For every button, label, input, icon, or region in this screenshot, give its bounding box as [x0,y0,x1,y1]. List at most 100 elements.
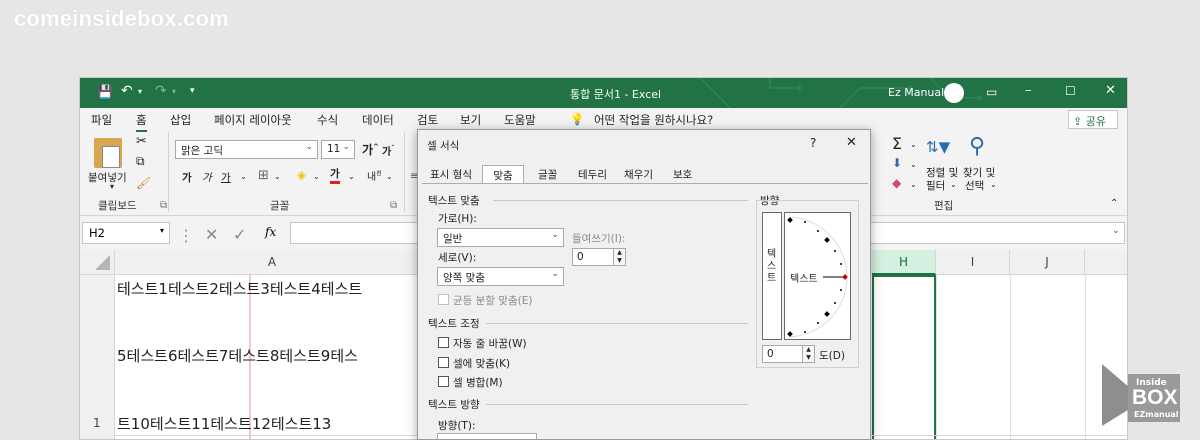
avatar[interactable] [944,83,964,103]
tab-number[interactable]: 표시 형식 [430,165,472,183]
sort-filter-label-2[interactable]: 필터 [926,178,945,193]
tab-fill[interactable]: 채우기 [624,165,653,183]
grow-font-icon[interactable]: 가^ [362,141,379,158]
shrink-to-fit-label[interactable]: 셀에 맞춤(K) [453,356,510,371]
share-button[interactable]: ⇪ 공유 [1068,110,1118,129]
undo-dropdown-icon[interactable]: ▾ [138,87,142,96]
minimize-icon[interactable]: – [1025,83,1032,98]
phonetic-dropdown-icon[interactable]: ⌄ [386,172,393,181]
spin-up-icon[interactable]: ▲ [802,346,814,354]
tab-home[interactable]: 홈 [136,112,147,132]
horizontal-align-select[interactable]: 일반 ⌄ [437,228,564,247]
fill-down-icon[interactable]: ⬇ [892,156,902,170]
column-header-j[interactable]: J [1010,250,1085,275]
wrap-text-checkbox[interactable] [438,337,449,348]
tab-insert[interactable]: 삽입 [170,112,191,128]
phonetic-icon[interactable]: 내천 [367,168,382,183]
row-header-1[interactable]: 1 [93,416,101,430]
wrap-text-label[interactable]: 자동 줄 바꿈(W) [453,336,527,351]
merge-cells-label[interactable]: 셀 병합(M) [453,375,503,390]
select-all-corner[interactable] [80,250,115,275]
dialog-close-button[interactable]: ✕ [846,135,857,150]
font-color-icon[interactable]: 가 [330,168,340,184]
tab-help[interactable]: 도움말 [504,112,536,128]
find-select-label-2[interactable]: 선택 [965,178,984,193]
redo-icon[interactable]: ↷ [155,83,167,99]
vertical-align-select[interactable]: 양쪽 맞춤 ⌄ [437,267,564,286]
undo-icon[interactable]: ↶ [121,83,133,99]
font-name-select[interactable]: 맑은 고딕 ⌄ [175,140,318,159]
cut-icon[interactable]: ✂ [136,134,147,149]
distributed-checkbox[interactable] [438,294,449,305]
column-header-i[interactable]: I [936,250,1010,275]
degree-spinner[interactable]: 0 ▲ ▼ [762,345,815,363]
selected-cell-h2[interactable] [872,275,936,439]
clear-dropdown-icon[interactable]: ⌄ [910,180,917,189]
copy-icon[interactable]: ⧉ [136,154,145,169]
borders-icon[interactable]: ⊞ [258,168,269,183]
paste-dropdown-icon[interactable]: ▾ [110,182,114,191]
expand-formula-icon[interactable]: ⌄ [1112,226,1120,236]
autosum-icon[interactable]: Σ [892,134,902,153]
vertical-label: 세로(V): [438,252,477,264]
autosum-dropdown-icon[interactable]: ⌄ [910,140,917,149]
shrink-font-icon[interactable]: 가ˇ [382,143,395,158]
merge-cells-checkbox[interactable] [438,376,449,387]
customize-qat-icon[interactable]: ▾ [190,86,195,96]
spin-up-icon[interactable]: ▲ [613,249,625,257]
tab-alignment[interactable]: 맞춤 [482,165,524,183]
cell-a1-line-1: 테스트1테스트2테스트3테스트4테스트 [117,280,363,298]
vertical-text-button[interactable]: 텍스트 [762,212,782,340]
sort-filter-icon[interactable]: ⇅▼ [926,138,950,156]
tab-underline [422,183,868,184]
tab-border[interactable]: 테두리 [578,165,607,183]
close-window-icon[interactable]: ✕ [1105,83,1116,98]
find-dropdown-icon[interactable]: ⌄ [990,180,997,189]
tab-view[interactable]: 보기 [460,112,481,128]
underline-dropdown-icon[interactable]: ⌄ [240,172,247,181]
clear-icon[interactable]: ◆ [892,176,901,190]
underline-icon[interactable]: 가 [221,170,231,185]
fill-down-dropdown-icon[interactable]: ⌄ [910,160,917,169]
name-box[interactable]: H2 ▾ [82,222,170,244]
orientation-dial[interactable]: 텍스트 [784,212,851,340]
indent-spinner[interactable]: 0 ▲ ▼ [572,248,626,266]
column-header-h[interactable]: H [872,250,936,275]
find-select-icon[interactable]: ⚲ [969,134,985,159]
borders-dropdown-icon[interactable]: ⌄ [274,172,281,181]
font-color-dropdown-icon[interactable]: ⌄ [348,172,355,181]
tab-formulas[interactable]: 수식 [317,112,338,128]
shrink-to-fit-checkbox[interactable] [438,357,449,368]
format-painter-icon[interactable]: 🖌 [136,176,151,190]
tab-data[interactable]: 데이터 [362,112,394,128]
direction-select[interactable] [437,433,537,439]
tab-file[interactable]: 파일 [91,112,112,128]
tell-me-search[interactable]: 어떤 작업을 원하시나요? [594,112,713,128]
spin-down-icon[interactable]: ▼ [613,257,625,265]
column-header-extra [1085,250,1127,275]
collapse-ribbon-icon[interactable]: ⌃ [1110,198,1118,209]
clipboard-launcher-icon[interactable]: ⧉ [160,200,167,211]
italic-icon[interactable]: 가 [202,170,212,185]
sort-dropdown-icon[interactable]: ⌄ [950,180,957,189]
tab-review[interactable]: 검토 [417,112,438,128]
fill-color-icon[interactable]: ◈ [297,168,306,182]
ribbon-display-icon[interactable]: ▭ [986,85,997,99]
save-icon[interactable]: 💾 [97,85,113,100]
user-name[interactable]: Ez Manual [888,86,944,99]
tab-font[interactable]: 글꼴 [538,165,557,183]
spin-down-icon[interactable]: ▼ [802,354,814,362]
bold-icon[interactable]: 가 [182,170,192,185]
insert-function-icon[interactable]: fx [265,225,276,239]
tab-page-layout[interactable]: 페이지 레이아웃 [214,112,292,128]
paste-label[interactable]: 붙여넣기 [88,170,127,185]
tab-protection[interactable]: 보호 [673,165,692,183]
column-header-a[interactable]: A [115,250,430,275]
font-launcher-icon[interactable]: ⧉ [390,200,397,211]
dialog-help-button[interactable]: ? [810,136,816,150]
font-size-select[interactable]: 11 ⌄ [321,140,355,159]
chevron-down-icon: ▾ [159,226,164,235]
chevron-down-icon: ⌄ [551,230,559,240]
maximize-icon[interactable]: ☐ [1065,84,1076,98]
fill-dropdown-icon[interactable]: ⌄ [313,172,320,181]
